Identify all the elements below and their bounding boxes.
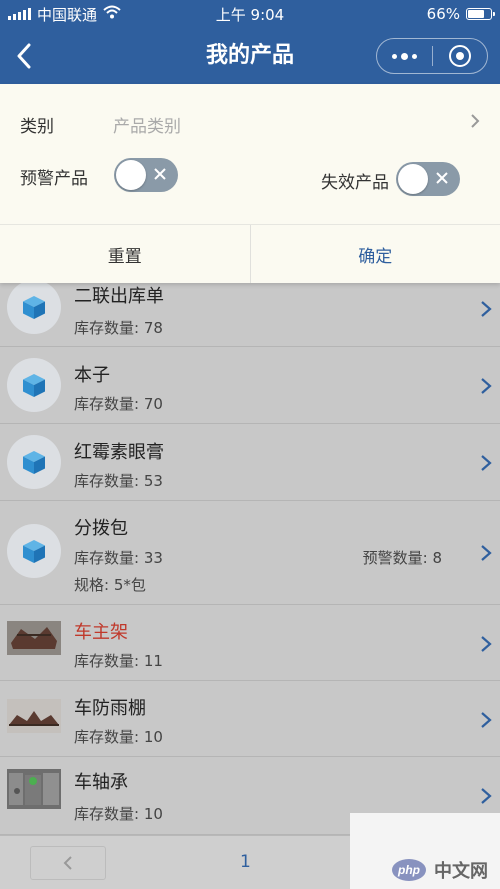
wifi-icon: [103, 5, 121, 23]
product-item[interactable]: 分拨包 库存数量: 33 预警数量: 8 规格: 5*包: [0, 501, 500, 605]
chevron-right-icon: [471, 114, 480, 128]
stock-quantity: 库存数量: 11: [74, 652, 163, 670]
category-select[interactable]: 产品类别: [113, 112, 181, 137]
product-item[interactable]: 二联出库单 库存数量: 78: [0, 272, 500, 347]
stock-quantity: 库存数量: 10: [74, 728, 163, 746]
chevron-right-icon: [481, 636, 492, 652]
signal-icon: [8, 8, 31, 20]
product-name: 车主架: [74, 622, 128, 643]
current-page: 1: [240, 852, 251, 872]
chevron-right-icon: [481, 712, 492, 728]
close-miniprogram-button[interactable]: [433, 39, 488, 73]
filter-actions: 重置 确定: [0, 224, 500, 283]
expired-product-label: 失效产品: [321, 173, 389, 193]
box-icon: [7, 524, 61, 578]
stock-quantity: 库存数量: 10: [74, 805, 163, 823]
toggle-knob: [398, 164, 428, 194]
chevron-right-icon: [481, 301, 492, 317]
product-name: 本子: [74, 365, 110, 386]
product-name: 车轴承: [74, 772, 128, 793]
prev-page-button[interactable]: [30, 846, 106, 880]
product-spec: 规格: 5*包: [74, 576, 146, 594]
product-item[interactable]: 红霉素眼膏 库存数量: 53: [0, 424, 500, 501]
toggle-knob: [116, 160, 146, 190]
more-button[interactable]: [377, 39, 432, 73]
product-item[interactable]: 车主架 库存数量: 11: [0, 605, 500, 681]
chevron-left-icon: [17, 43, 31, 69]
product-name: 分拨包: [74, 518, 128, 539]
warning-quantity: 预警数量: 8: [362, 549, 442, 567]
miniprogram-capsule: [376, 38, 488, 74]
watermark-text: 中文网: [434, 861, 488, 881]
product-item[interactable]: 本子 库存数量: 70: [0, 347, 500, 424]
more-icon: [391, 52, 417, 60]
battery-icon: [466, 8, 495, 20]
stock-quantity: 库存数量: 70: [74, 395, 163, 413]
box-icon: [7, 280, 61, 334]
back-button[interactable]: [6, 38, 42, 74]
stock-quantity: 库存数量: 53: [74, 472, 163, 490]
reset-button[interactable]: 重置: [0, 225, 251, 283]
box-icon: [7, 435, 61, 489]
watermark: php 中文网: [350, 813, 500, 889]
product-photo: [7, 769, 61, 809]
product-name: 红霉素眼膏: [74, 442, 164, 463]
chevron-right-icon: [481, 455, 492, 471]
stock-quantity: 库存数量: 78: [74, 319, 163, 337]
warning-product-toggle[interactable]: [114, 158, 178, 192]
product-photo: [7, 699, 61, 733]
confirm-button[interactable]: 确定: [251, 225, 500, 283]
category-label: 类别: [20, 117, 54, 137]
carrier-name: 中国联通: [37, 5, 98, 24]
product-name: 车防雨棚: [74, 698, 146, 719]
chevron-right-icon: [481, 545, 492, 561]
category-row[interactable]: 类别 产品类别: [0, 84, 500, 156]
status-bar: 中国联通 上午 9:04 66%: [0, 0, 500, 28]
expired-product-toggle[interactable]: [396, 162, 460, 196]
chevron-left-icon: [63, 856, 72, 870]
filter-panel: 类别 产品类别 预警产品 失效产品 重置 确定: [0, 84, 500, 283]
target-icon: [448, 45, 471, 67]
battery-percent: 66%: [426, 5, 460, 23]
product-photo: [7, 621, 61, 655]
chevron-right-icon: [481, 378, 492, 394]
close-icon: [154, 168, 166, 180]
php-logo: php: [392, 859, 426, 881]
warning-product-label: 预警产品: [20, 169, 88, 189]
box-icon: [7, 358, 61, 412]
nav-bar: 我的产品: [0, 28, 500, 84]
chevron-right-icon: [481, 788, 492, 804]
stock-quantity: 库存数量: 33: [74, 549, 163, 567]
product-item[interactable]: 车防雨棚 库存数量: 10: [0, 681, 500, 757]
close-icon: [436, 172, 448, 184]
product-name: 二联出库单: [74, 286, 164, 307]
